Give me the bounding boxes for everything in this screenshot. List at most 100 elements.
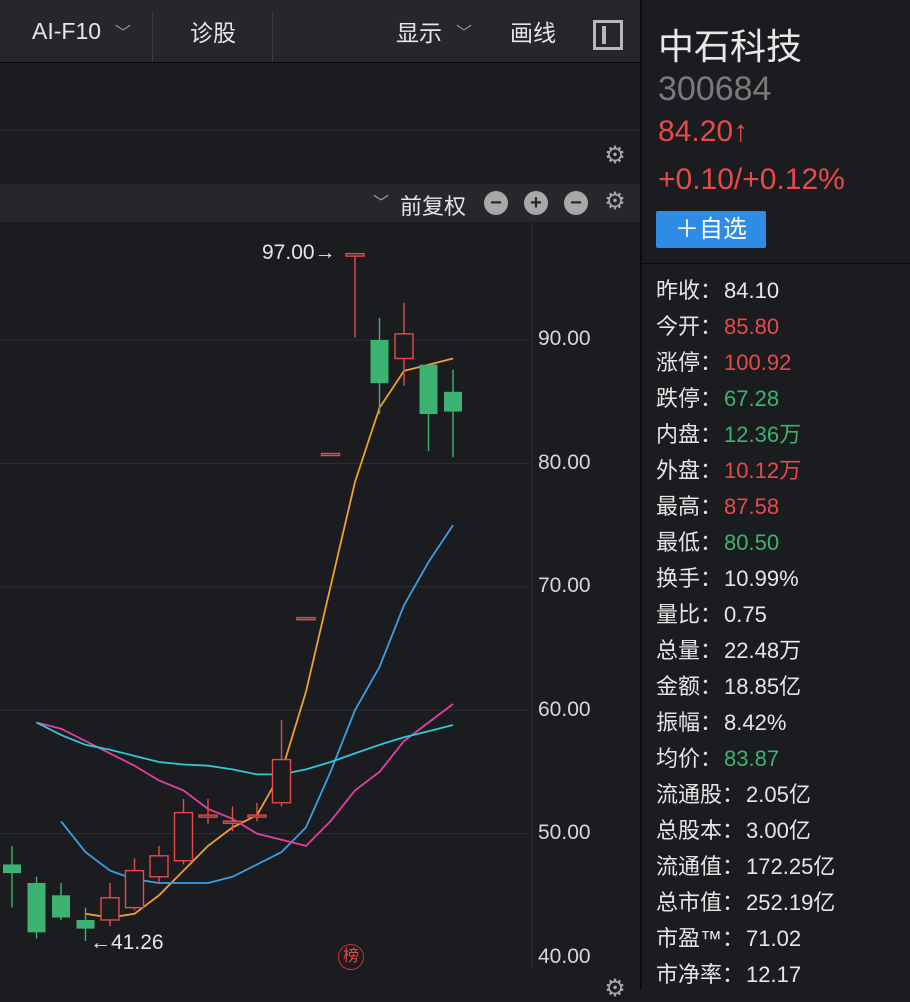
candle-body	[345, 252, 365, 257]
quote-panel: 中石科技 300684 84.20↑ +0.10/+0.12% ＋自选 昨收：8…	[642, 0, 910, 990]
stat-value: 18.85亿	[724, 674, 802, 699]
stat-label: 外盘：	[656, 458, 723, 483]
stat-label: 量比：	[656, 602, 723, 627]
candle-body	[370, 340, 389, 384]
stat-value: 172.25亿	[746, 854, 836, 879]
candle	[52, 882, 70, 920]
stat-row: 总市值：252.19亿	[656, 885, 835, 917]
stat-value: 8.42%	[724, 710, 787, 735]
stat-label: 今开：	[656, 314, 723, 339]
stat-label: 跌停：	[656, 386, 723, 411]
stat-value: 84.10	[724, 278, 780, 303]
stat-label: 总股本：	[656, 818, 745, 843]
stat-row: 最低：80.50	[656, 525, 779, 557]
candle-body	[173, 811, 194, 862]
stat-value: 71.02	[746, 926, 802, 951]
stat-label: 金额：	[656, 674, 723, 699]
stat-row: 总量：22.48万	[656, 633, 801, 665]
ranking-badge-icon[interactable]: 榜	[338, 944, 364, 970]
candle-body	[444, 391, 462, 412]
stat-row: 流通股：2.05亿	[656, 777, 811, 809]
stat-label: 换手：	[656, 566, 723, 591]
stock-code: 300684	[658, 70, 772, 108]
stat-row: 金额：18.85亿	[656, 669, 801, 701]
stat-row: 涨停：100.92	[656, 345, 791, 377]
candle	[222, 806, 243, 832]
stat-row: 均价：83.87	[656, 741, 779, 773]
stat-row: 跌停：67.28	[656, 381, 779, 413]
stat-value: 100.92	[724, 350, 792, 375]
candle-body	[198, 814, 218, 818]
stat-label: 总市值：	[656, 890, 745, 915]
stat-label: 涨停：	[656, 350, 723, 375]
add-watchlist-button[interactable]: ＋自选	[656, 211, 766, 248]
stat-row: 总股本：3.00亿	[656, 813, 811, 845]
stat-label: 市净率：	[656, 962, 745, 987]
stat-row: 市净率：12.17	[656, 957, 801, 989]
candle	[173, 799, 194, 865]
candle	[124, 858, 145, 911]
candle	[149, 845, 169, 883]
price-change: +0.10/+0.12%	[658, 163, 845, 196]
stat-value: 83.87	[724, 746, 780, 771]
candle	[419, 364, 438, 452]
stat-row: 换手：10.99%	[656, 561, 799, 593]
stat-value: 85.80	[724, 314, 780, 339]
stat-row: 最高：87.58	[656, 489, 779, 521]
stat-value: 87.58	[724, 494, 780, 519]
candle	[271, 720, 292, 807]
stock-name: 中石科技	[658, 26, 803, 67]
candle-body	[52, 895, 70, 918]
stat-value: 22.48万	[724, 638, 802, 663]
candle	[100, 882, 120, 927]
candle-body	[271, 758, 292, 804]
candle-body	[3, 864, 21, 874]
stat-label: 昨收：	[656, 278, 723, 303]
candle-body	[27, 882, 46, 933]
ma-line-3	[36, 703, 454, 847]
candle-body	[247, 814, 267, 818]
stat-value: 3.00亿	[746, 818, 811, 843]
stat-label: 市盈™：	[656, 926, 745, 951]
candle-body	[394, 333, 414, 360]
stat-label: 流通值：	[656, 854, 745, 879]
stat-row: 昨收：84.10	[656, 273, 779, 305]
candle	[394, 302, 414, 386]
stat-value: 67.28	[724, 386, 780, 411]
candle-body	[76, 919, 95, 929]
stat-row: 外盘：10.12万	[656, 453, 801, 485]
stat-label: 最高：	[656, 494, 723, 519]
candle-body	[419, 364, 438, 415]
ma-line-2	[60, 524, 454, 884]
low-price-annotation: ←41.26	[90, 931, 164, 954]
candle-body	[100, 897, 120, 921]
high-price-annotation: 97.00→	[262, 241, 336, 264]
stat-value: 80.50	[724, 530, 780, 555]
candle-body	[149, 855, 169, 878]
stat-value: 252.19亿	[746, 890, 836, 915]
stat-row: 振幅：8.42%	[656, 705, 786, 737]
candle	[320, 452, 341, 457]
divider	[642, 263, 910, 264]
stat-row: 今开：85.80	[656, 309, 779, 341]
last-price: 84.20↑	[658, 115, 749, 148]
stat-row: 量比：0.75	[656, 597, 767, 629]
candle-body	[124, 869, 145, 909]
stat-row: 流通值：172.25亿	[656, 849, 835, 881]
stat-row: 内盘：12.36万	[656, 417, 801, 449]
stat-value: 12.17	[746, 962, 802, 987]
candle	[3, 845, 21, 908]
candle-body	[296, 616, 316, 621]
stat-value: 12.36万	[724, 422, 802, 447]
stat-label: 流通股：	[656, 782, 745, 807]
stat-label: 最低：	[656, 530, 723, 555]
stat-value: 2.05亿	[746, 782, 811, 807]
candlestick-chart[interactable]	[0, 0, 640, 990]
candle-body	[222, 820, 243, 824]
stat-row: 市盈™：71.02	[656, 921, 801, 953]
candle	[296, 616, 316, 621]
stat-label: 振幅：	[656, 710, 723, 735]
stat-value: 10.12万	[724, 458, 802, 483]
candle	[345, 252, 365, 338]
gear-icon[interactable]: ⚙	[604, 977, 626, 1001]
